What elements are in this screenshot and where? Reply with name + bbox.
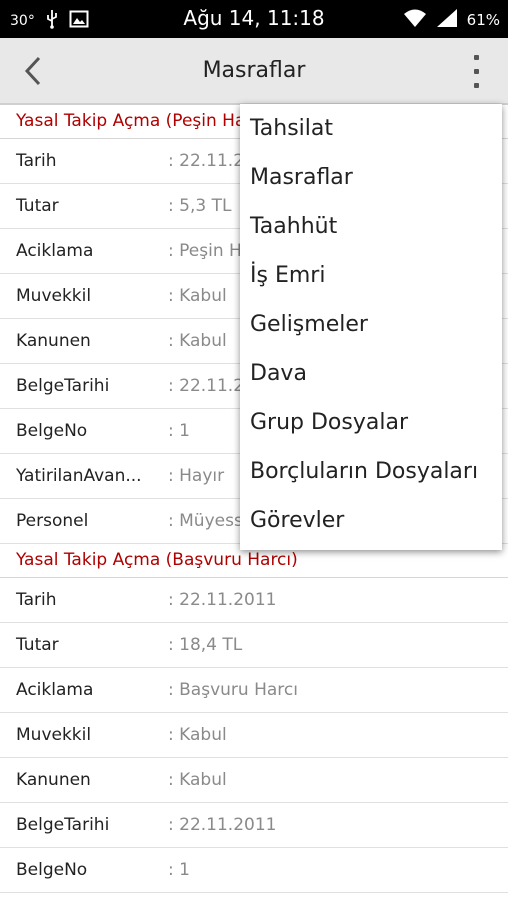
row-label: BelgeTarihi xyxy=(16,376,110,396)
menu-item-dava[interactable]: Dava xyxy=(240,349,502,398)
row-value: : 5,3 TL xyxy=(168,196,232,216)
status-bar: 30° Ağu 14, 11:18 61% xyxy=(0,0,508,38)
signal-icon xyxy=(435,8,459,32)
row-label: Muvekkil xyxy=(16,725,92,745)
row-value: : 22.11.2011 xyxy=(168,590,277,610)
table-row[interactable]: Tutar : 18,4 TL xyxy=(0,623,508,668)
menu-item-gorevler[interactable]: Görevler xyxy=(240,496,502,545)
row-label: YatirilanAvan... xyxy=(16,466,142,486)
row-label: Tarih xyxy=(16,151,57,171)
row-value: : Hayır xyxy=(168,466,225,486)
menu-item-is-emri[interactable]: İş Emri xyxy=(240,251,502,300)
row-value: : Kabul xyxy=(168,286,227,306)
battery-level: 61% xyxy=(466,11,500,29)
row-value: : Başvuru Harcı xyxy=(168,680,298,700)
action-bar: Masraflar xyxy=(0,38,508,105)
menu-item-gelismeler[interactable]: Gelişmeler xyxy=(240,300,502,349)
row-value: : 18,4 TL xyxy=(168,635,243,655)
status-right-icons: 61% xyxy=(403,8,500,32)
row-value: : 22.11.2011 xyxy=(168,815,277,835)
row-value: : 1 xyxy=(168,860,190,880)
table-row[interactable]: Aciklama : Başvuru Harcı xyxy=(0,668,508,713)
row-label: BelgeNo xyxy=(16,421,88,441)
table-row[interactable]: Kanunen : Kabul xyxy=(0,758,508,803)
row-value: : Kabul xyxy=(168,770,227,790)
overflow-menu-button[interactable] xyxy=(464,50,488,92)
menu-item-grup-dosyalar[interactable]: Grup Dosyalar xyxy=(240,398,502,447)
table-row[interactable]: Tarih : 22.11.2011 xyxy=(0,578,508,623)
row-label: Kanunen xyxy=(16,770,91,790)
row-value: : 1 xyxy=(168,421,190,441)
menu-item-borclularin-dosyalari[interactable]: Borçluların Dosyaları xyxy=(240,447,502,496)
row-label: Muvekkil xyxy=(16,286,92,306)
row-label: Tarih xyxy=(16,590,57,610)
table-row[interactable]: BelgeTarihi : 22.11.2011 xyxy=(0,803,508,848)
more-vertical-icon-dot xyxy=(473,68,479,74)
row-label: Tutar xyxy=(16,635,59,655)
row-label: Aciklama xyxy=(16,241,94,261)
row-value: : Kabul xyxy=(168,725,227,745)
menu-item-tahsilat[interactable]: Tahsilat xyxy=(240,104,502,153)
row-label: BelgeTarihi xyxy=(16,815,110,835)
row-label: Tutar xyxy=(16,196,59,216)
row-label: Aciklama xyxy=(16,680,94,700)
more-vertical-icon xyxy=(473,54,479,60)
table-row[interactable]: Muvekkil : Kabul xyxy=(0,713,508,758)
page-title: Masraflar xyxy=(202,58,306,83)
wifi-icon xyxy=(403,8,427,32)
menu-item-masraflar[interactable]: Masraflar xyxy=(240,153,502,202)
row-label: BelgeNo xyxy=(16,860,88,880)
more-vertical-icon-dot xyxy=(473,82,479,88)
table-row[interactable]: BelgeNo : 1 xyxy=(0,848,508,893)
row-value: : Kabul xyxy=(168,331,227,351)
row-label: Kanunen xyxy=(16,331,91,351)
overflow-dropdown-menu: Tahsilat Masraflar Taahhüt İş Emri Geliş… xyxy=(240,104,502,550)
menu-item-taahhut[interactable]: Taahhüt xyxy=(240,202,502,251)
row-label: Personel xyxy=(16,511,89,531)
